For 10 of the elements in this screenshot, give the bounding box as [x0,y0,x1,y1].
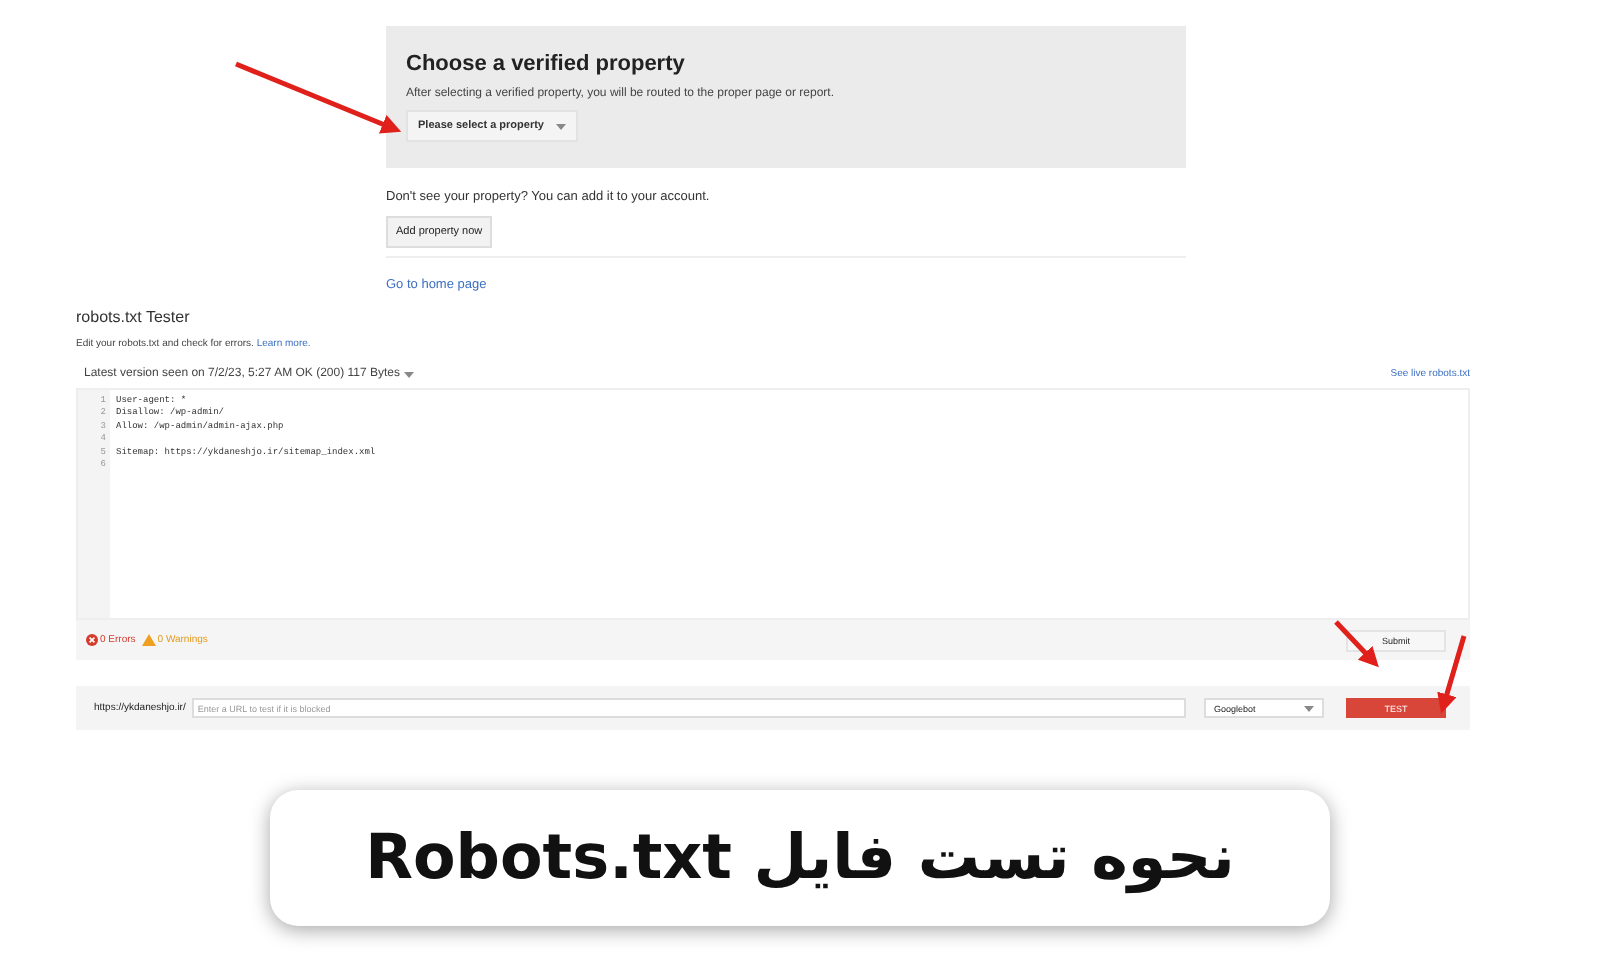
arrow [1437,635,1467,714]
tester-title: robots.txt Tester [76,308,192,326]
error-icon [86,634,98,646]
caret-icon [1304,705,1314,711]
panel-title: Choose a verified property [406,52,685,76]
caret-icon [555,123,566,129]
banner-title: نحوه تست فایل Robots.txt [365,822,1235,894]
arrow [1334,620,1379,668]
caret-icon [403,371,414,377]
warning-icon [141,634,156,646]
